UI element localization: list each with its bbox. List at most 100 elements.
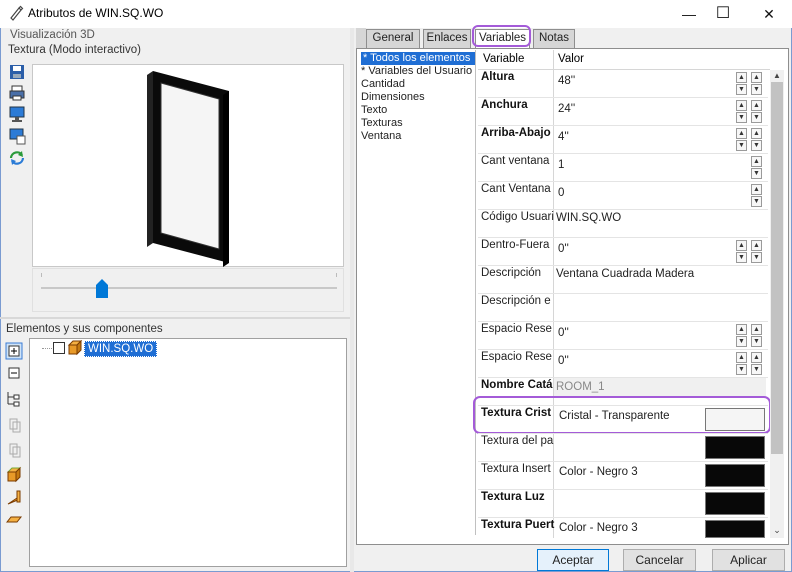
spin-up-icon[interactable]: ▲ — [736, 352, 747, 363]
panel-side-icon[interactable] — [5, 488, 23, 506]
var-name: Textura Luz — [481, 491, 545, 503]
tree-item-label[interactable]: WIN.SQ.WO — [84, 341, 158, 357]
var-value[interactable]: Ventana Cuadrada Madera — [556, 268, 694, 280]
filter-item-dimensiones[interactable]: Dimensiones — [361, 91, 425, 104]
row-divider — [478, 293, 768, 294]
spin-down-alt-icon[interactable]: ▼ — [751, 364, 762, 375]
spin-up-icon[interactable]: ▲ — [736, 100, 747, 111]
maximize-button[interactable]: ☐ — [700, 0, 746, 28]
var-value[interactable]: 48'' — [558, 75, 575, 87]
var-name: Descripción e — [481, 295, 551, 307]
filter-item-texto[interactable]: Texto — [361, 104, 387, 117]
spin-down-alt-icon[interactable]: ▼ — [751, 252, 762, 263]
app-icon — [10, 5, 24, 21]
spin-up-alt-icon[interactable]: ▲ — [751, 240, 762, 251]
col-variable-header[interactable]: Variable — [483, 53, 524, 65]
export-view-icon[interactable] — [8, 127, 26, 145]
var-value[interactable]: 0'' — [558, 327, 569, 339]
var-value[interactable]: Color - Negro 3 — [559, 522, 638, 534]
scroll-down-icon[interactable]: ⌄ — [771, 525, 783, 535]
var-name: Dentro-Fuera — [481, 239, 550, 251]
3d-viewport[interactable] — [32, 64, 344, 267]
accept-button[interactable]: Aceptar — [537, 549, 609, 571]
spin-up-icon[interactable]: ▲ — [736, 72, 747, 83]
collapse-icon[interactable] — [5, 364, 23, 382]
expand-icon[interactable] — [5, 342, 23, 360]
spin-down-icon[interactable]: ▼ — [736, 364, 747, 375]
spin-down-icon[interactable]: ▼ — [736, 252, 747, 263]
filter-item-all[interactable]: * Todos los elementos — [361, 52, 475, 65]
texture-swatch[interactable] — [705, 520, 765, 538]
spin-up-icon[interactable]: ▲ — [736, 128, 747, 139]
var-name: Textura Insert — [481, 463, 551, 475]
row-divider — [478, 209, 768, 210]
window-title: Atributos de WIN.SQ.WO — [28, 6, 164, 20]
slider-thumb[interactable] — [96, 279, 108, 299]
elements-tree[interactable] — [29, 338, 347, 567]
texture-swatch[interactable] — [705, 464, 765, 487]
slider-ticks — [41, 273, 337, 277]
tree-structure-icon[interactable] — [5, 390, 23, 408]
var-name: Descripción — [481, 267, 542, 279]
spin-up-alt-icon[interactable]: ▲ — [751, 352, 762, 363]
cancel-button[interactable]: Cancelar — [623, 549, 696, 571]
col-value-header[interactable]: Valor — [558, 53, 584, 65]
scroll-up-icon[interactable]: ▲ — [771, 71, 783, 81]
filter-item-cantidad[interactable]: Cantidad — [361, 78, 405, 91]
window-model-preview — [147, 71, 229, 267]
spin-up-icon[interactable]: ▲ — [736, 324, 747, 335]
texture-swatch[interactable] — [705, 436, 765, 459]
splitter[interactable] — [0, 317, 350, 319]
monitor-icon[interactable] — [8, 105, 26, 123]
spin-down-alt-icon[interactable]: ▼ — [751, 336, 762, 347]
close-button[interactable]: ✕ — [746, 0, 792, 28]
var-value[interactable]: 0'' — [558, 355, 569, 367]
tab-notas[interactable]: Notas — [533, 29, 575, 48]
var-name: Código Usuari — [481, 211, 554, 223]
tree-item-checkbox[interactable] — [53, 342, 65, 354]
panel-flat-icon[interactable] — [5, 510, 23, 528]
apply-button[interactable]: Aplicar — [712, 549, 785, 571]
spin-up-icon[interactable]: ▲ — [751, 156, 762, 167]
filter-item-ventana[interactable]: Ventana — [361, 130, 401, 143]
slider-track — [41, 287, 337, 289]
filter-item-texturas[interactable]: Texturas — [361, 117, 403, 130]
var-value[interactable]: 24'' — [558, 103, 575, 115]
box-icon[interactable] — [5, 466, 23, 484]
spin-down-icon[interactable]: ▼ — [736, 336, 747, 347]
pane-splitter[interactable] — [350, 28, 354, 572]
spin-up-icon[interactable]: ▲ — [751, 184, 762, 195]
var-value[interactable]: 0 — [558, 187, 564, 199]
filter-item-user-vars[interactable]: * Variables del Usuario — [361, 65, 472, 78]
row-divider — [478, 349, 768, 350]
spin-up-alt-icon[interactable]: ▲ — [751, 324, 762, 335]
spin-down-icon[interactable]: ▼ — [751, 168, 762, 179]
spin-down-alt-icon[interactable]: ▼ — [751, 84, 762, 95]
save-icon[interactable] — [8, 63, 26, 81]
print-icon[interactable] — [8, 84, 26, 102]
spin-up-alt-icon[interactable]: ▲ — [751, 128, 762, 139]
spin-down-alt-icon[interactable]: ▼ — [751, 140, 762, 151]
spin-down-alt-icon[interactable]: ▼ — [751, 112, 762, 123]
var-value[interactable]: WIN.SQ.WO — [556, 212, 621, 224]
spin-down-icon[interactable]: ▼ — [736, 112, 747, 123]
var-value[interactable]: 4'' — [558, 131, 569, 143]
tab-enlaces[interactable]: Enlaces — [423, 29, 471, 48]
row-divider — [478, 461, 768, 462]
spin-up-alt-icon[interactable]: ▲ — [751, 100, 762, 111]
var-value[interactable]: Color - Negro 3 — [559, 466, 638, 478]
var-value[interactable]: 1 — [558, 159, 564, 171]
var-value[interactable]: 0'' — [558, 243, 569, 255]
tab-general[interactable]: General — [366, 29, 420, 48]
row-divider — [478, 237, 768, 238]
spin-down-icon[interactable]: ▼ — [736, 140, 747, 151]
spin-down-icon[interactable]: ▼ — [736, 84, 747, 95]
refresh-icon[interactable] — [8, 149, 26, 167]
scroll-thumb[interactable] — [771, 82, 783, 454]
texture-swatch[interactable] — [705, 492, 765, 515]
spin-down-icon[interactable]: ▼ — [751, 196, 762, 207]
spin-up-icon[interactable]: ▲ — [736, 240, 747, 251]
var-name: Textura Puert — [481, 519, 555, 531]
spin-up-alt-icon[interactable]: ▲ — [751, 72, 762, 83]
var-name: Cant ventana — [481, 155, 550, 167]
